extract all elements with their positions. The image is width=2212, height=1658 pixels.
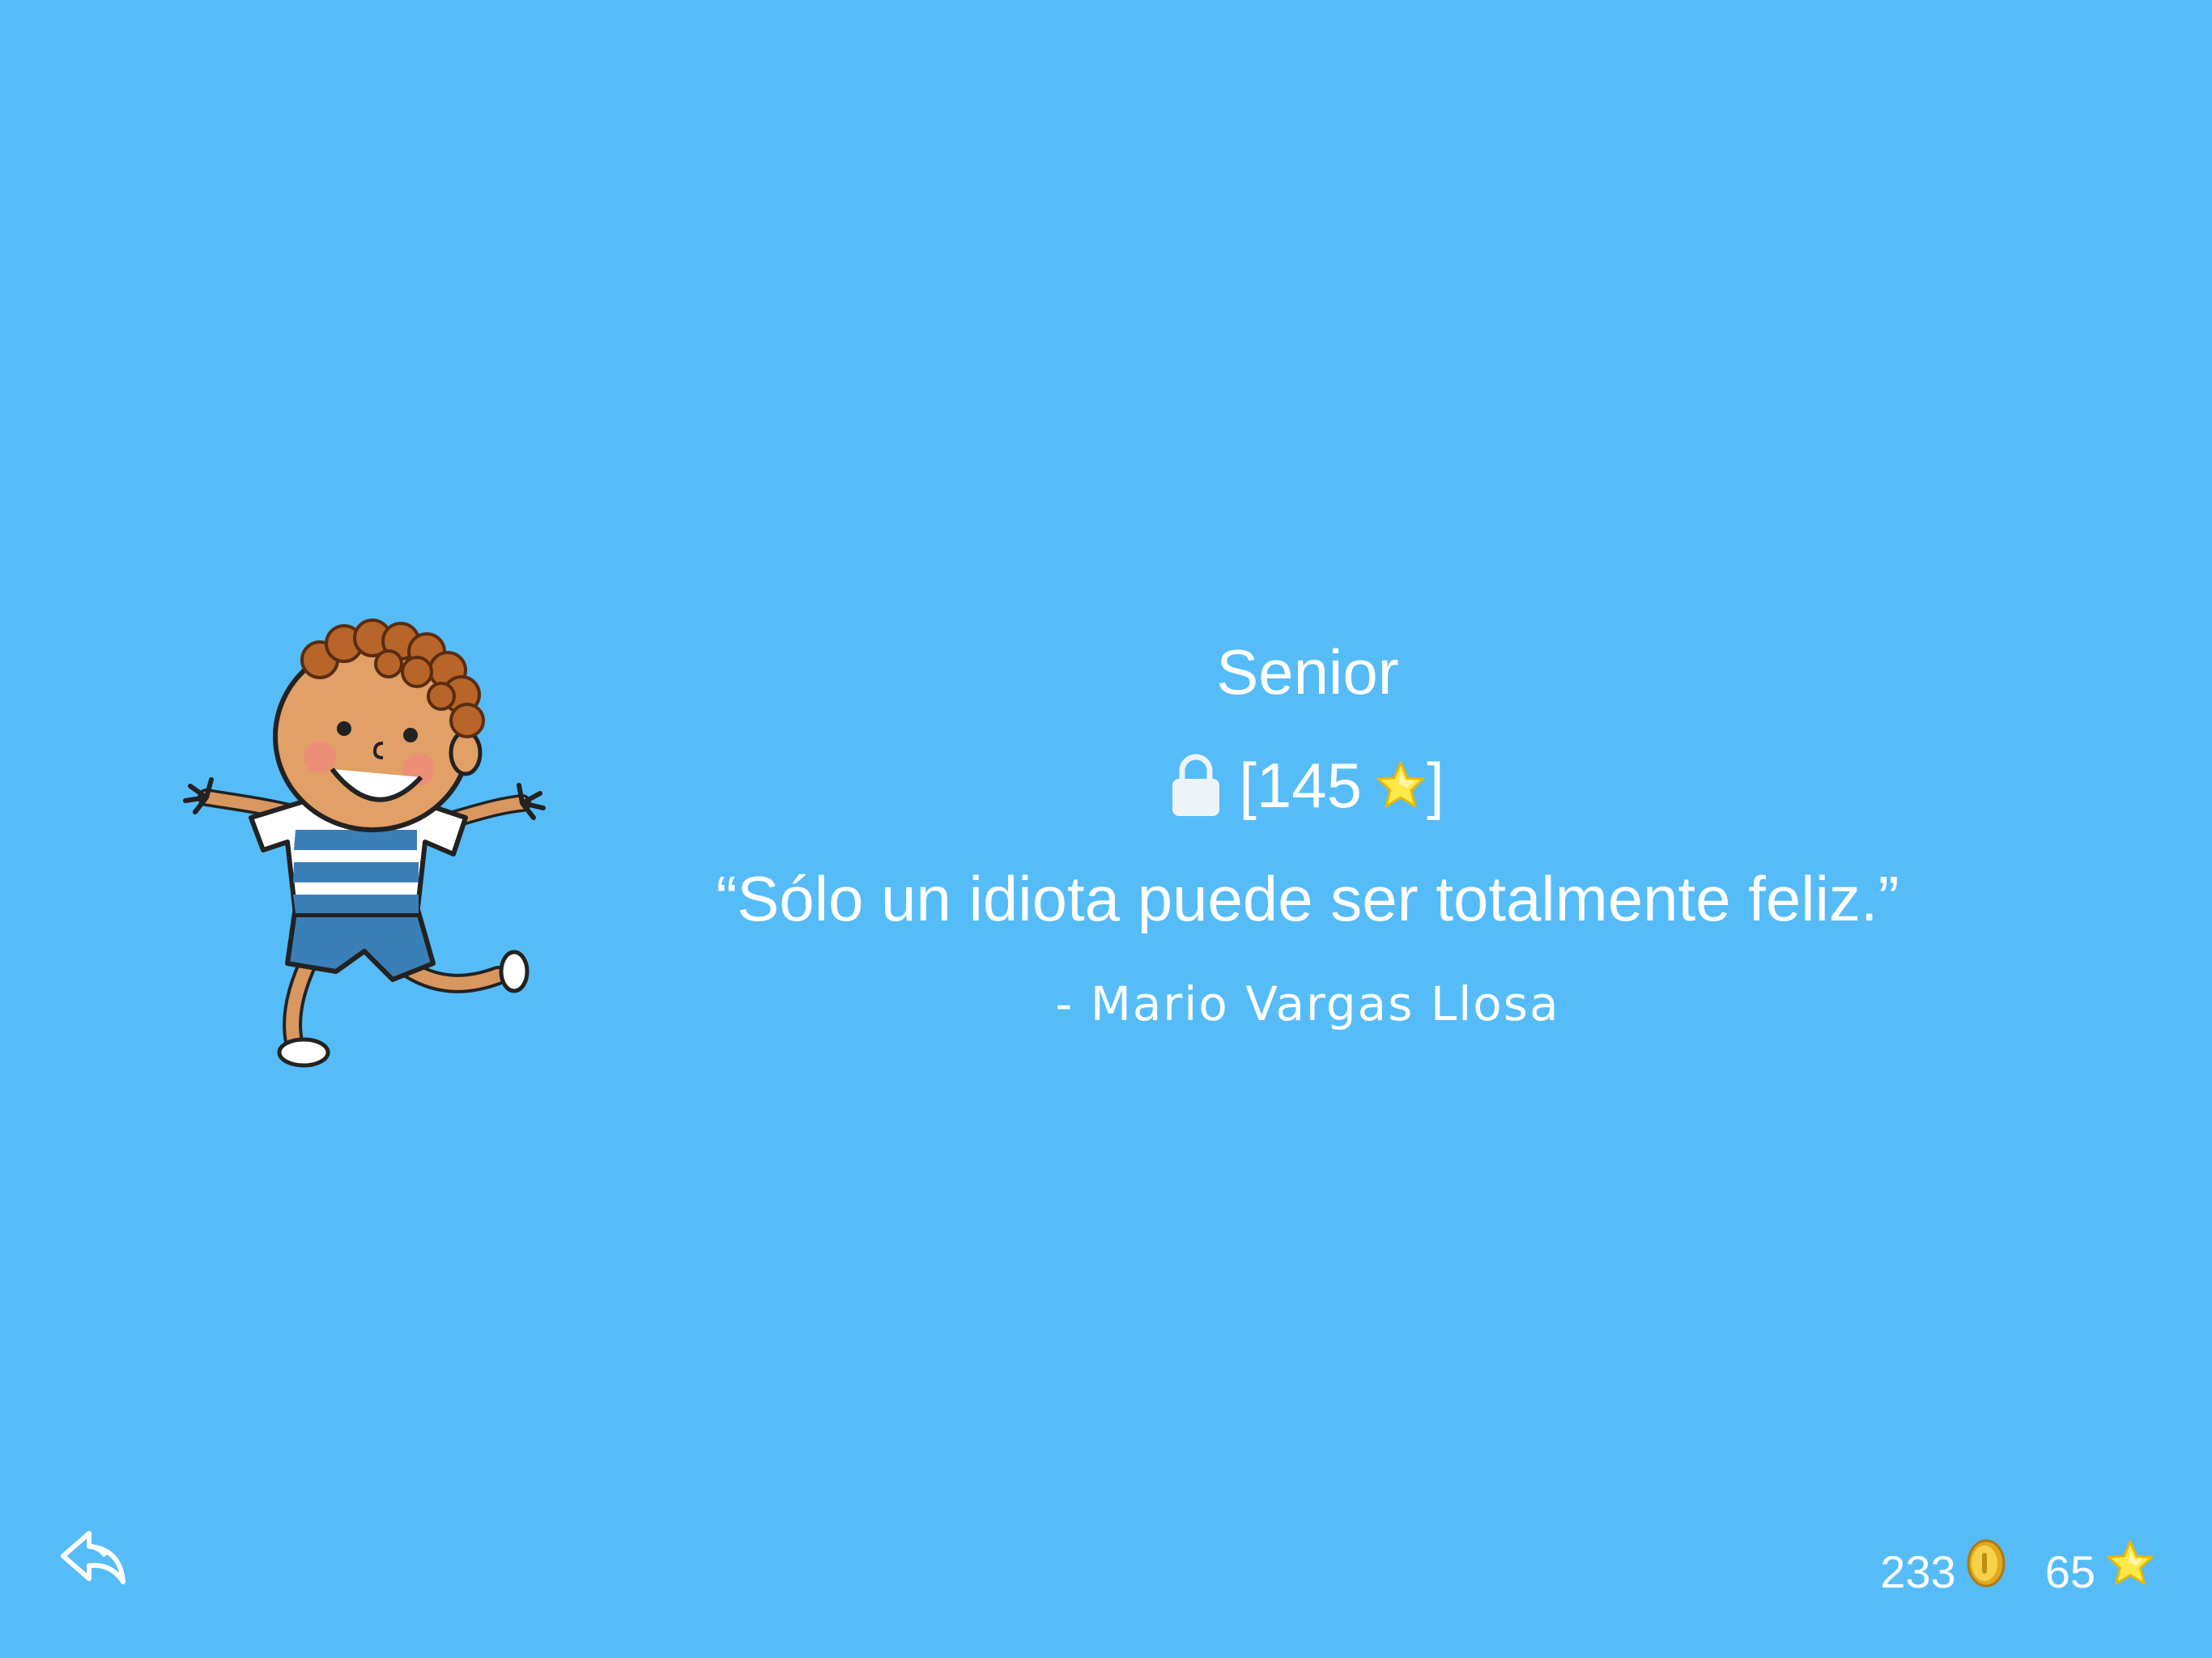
quote-text: “Sólo un idiota puede ser totalmente fel… bbox=[716, 863, 1899, 934]
back-button[interactable] bbox=[57, 1522, 130, 1595]
back-arrow-icon bbox=[61, 1531, 125, 1584]
star-icon bbox=[1375, 759, 1427, 811]
quote-author: - Mario Vargas Llosa bbox=[1055, 976, 1560, 1031]
required-stars-value: [145 bbox=[1239, 750, 1363, 821]
level-title: Senior bbox=[1216, 636, 1399, 708]
boy-character-illustration bbox=[174, 583, 563, 1069]
star-count: 65 bbox=[2045, 1538, 2155, 1605]
unlock-requirement: [145 ] bbox=[567, 745, 2048, 826]
required-stars: [145 ] bbox=[1239, 745, 1444, 826]
required-stars-close: ] bbox=[1427, 750, 1444, 821]
coin-icon bbox=[1966, 1538, 2006, 1605]
stats-bar: 233 65 bbox=[1880, 1538, 2155, 1605]
level-screen: Senior [145 ] “Sólo un idiota puede ser … bbox=[0, 0, 2212, 1658]
star-icon bbox=[2105, 1538, 2155, 1605]
lock-icon bbox=[1171, 753, 1221, 818]
star-count-value: 65 bbox=[2044, 1545, 2095, 1597]
coin-count-value: 233 bbox=[1880, 1545, 1956, 1597]
coin-count: 233 bbox=[1880, 1538, 2006, 1605]
